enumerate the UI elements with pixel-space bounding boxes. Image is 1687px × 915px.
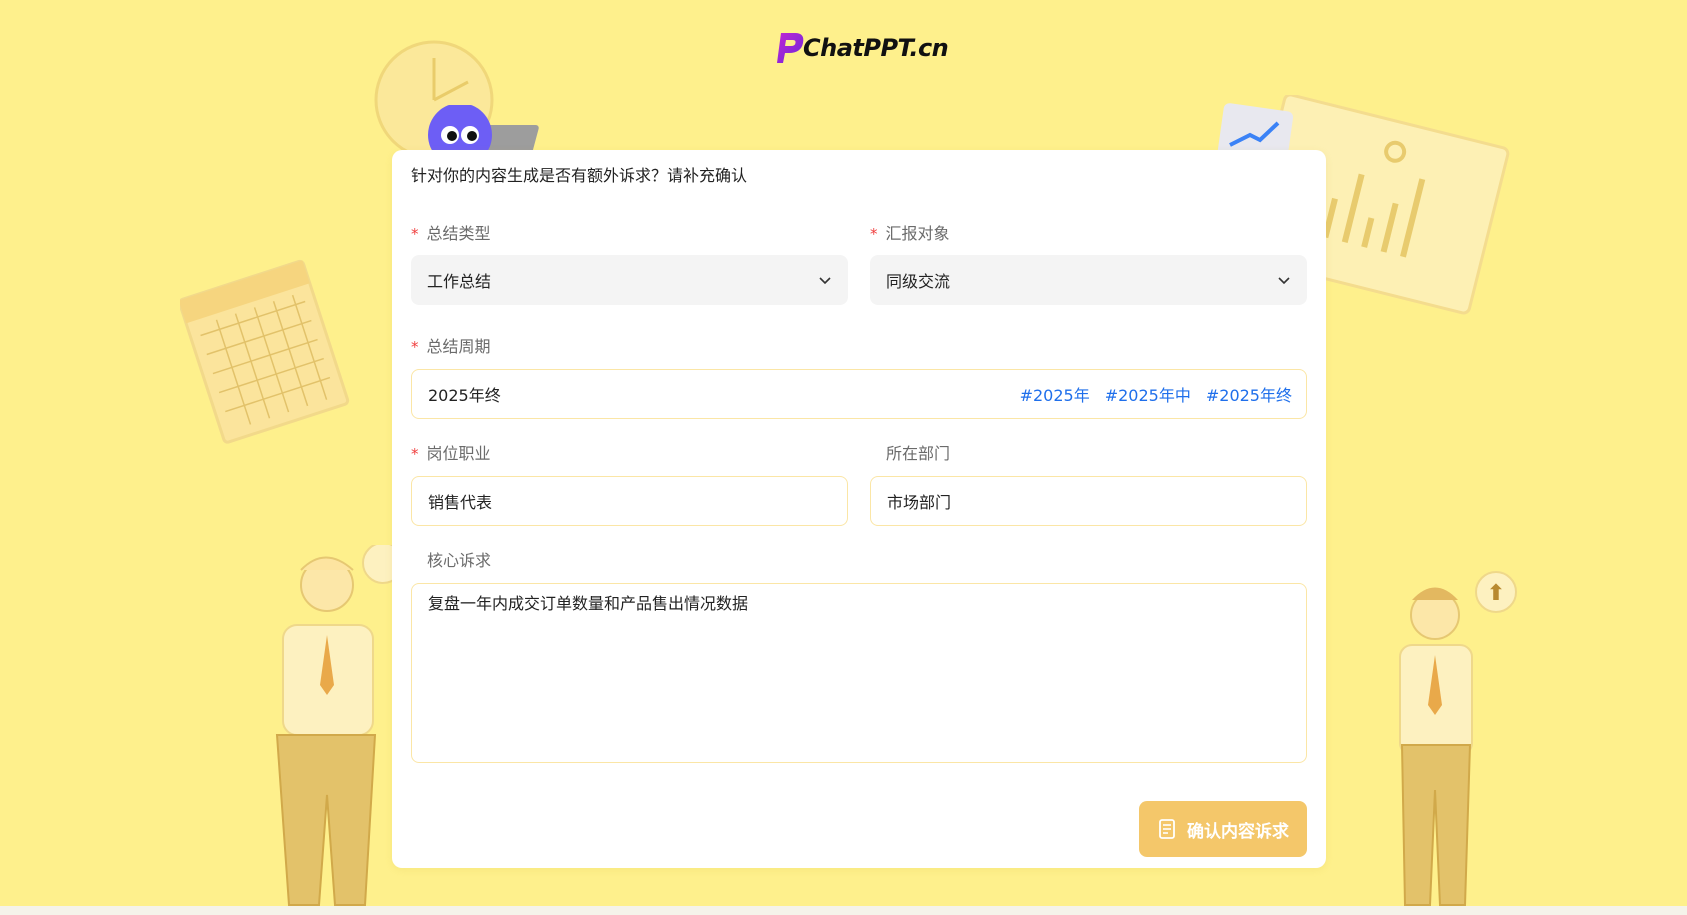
summary-period-input[interactable]: 2025年终 #2025年 #2025年中 #2025年终 <box>411 369 1307 419</box>
confirm-button-label: 确认内容诉求 <box>1187 821 1289 842</box>
summary-type-select[interactable]: 工作总结 <box>411 255 848 305</box>
department-label: 所在部门 <box>886 444 951 463</box>
tag-2025-end[interactable]: #2025年终 <box>1206 382 1292 406</box>
calendar-illustration <box>180 259 350 444</box>
department-value: 市场部门 <box>887 493 952 512</box>
period-quick-tags: #2025年 #2025年中 #2025年终 <box>1005 370 1292 418</box>
tag-2025[interactable]: #2025年 <box>1020 382 1090 406</box>
confirm-request-button[interactable]: 确认内容诉求 <box>1139 801 1307 857</box>
report-target-value: 同级交流 <box>886 272 951 291</box>
position-input[interactable]: 销售代表 <box>411 476 848 526</box>
businessman-right-illustration: ⬆ <box>1399 571 1517 906</box>
tag-2025-mid[interactable]: #2025年中 <box>1105 382 1191 406</box>
summary-type-value: 工作总结 <box>427 272 492 291</box>
chevron-down-icon <box>1278 277 1290 285</box>
document-icon <box>1159 819 1175 839</box>
svg-text:⬆: ⬆ <box>1487 581 1505 606</box>
chevron-down-icon <box>819 277 831 285</box>
summary-type-label: * 总结类型 <box>411 224 491 243</box>
core-request-value: 复盘一年内成交订单数量和产品售出情况数据 <box>428 594 749 613</box>
summary-period-label: * 总结周期 <box>411 337 491 356</box>
required-mark: * <box>411 445 419 463</box>
summary-period-value: 2025年终 <box>428 386 501 405</box>
report-target-label: * 汇报对象 <box>870 224 950 243</box>
mascot-illustration <box>428 105 539 155</box>
required-mark: * <box>411 338 419 356</box>
logo-text: ChatPPT.cn <box>803 34 949 62</box>
position-value: 销售代表 <box>428 493 493 512</box>
brand-logo[interactable]: ChatPPT.cn <box>769 28 949 68</box>
businessman-left-illustration <box>275 545 404 906</box>
page-background: ⬆ ChatPPT.cn 针对你的内容生成是否有额外诉求？请补充确认 * 总结类型… <box>0 0 1687 915</box>
form-title: 针对你的内容生成是否有额外诉求？请补充确认 <box>411 166 748 185</box>
core-request-label: 核心诉求 <box>427 551 492 570</box>
bottom-edge <box>0 906 1687 915</box>
content-request-form: 针对你的内容生成是否有额外诉求？请补充确认 * 总结类型 工作总结 * 汇报对象 同… <box>392 150 1326 868</box>
department-input[interactable]: 市场部门 <box>870 476 1307 526</box>
core-request-textarea[interactable]: 复盘一年内成交订单数量和产品售出情况数据 <box>411 583 1307 763</box>
required-mark: * <box>870 225 878 243</box>
chatppt-logo-icon <box>777 33 804 63</box>
report-target-select[interactable]: 同级交流 <box>870 255 1307 305</box>
position-label: * 岗位职业 <box>411 444 491 463</box>
required-mark: * <box>411 225 419 243</box>
